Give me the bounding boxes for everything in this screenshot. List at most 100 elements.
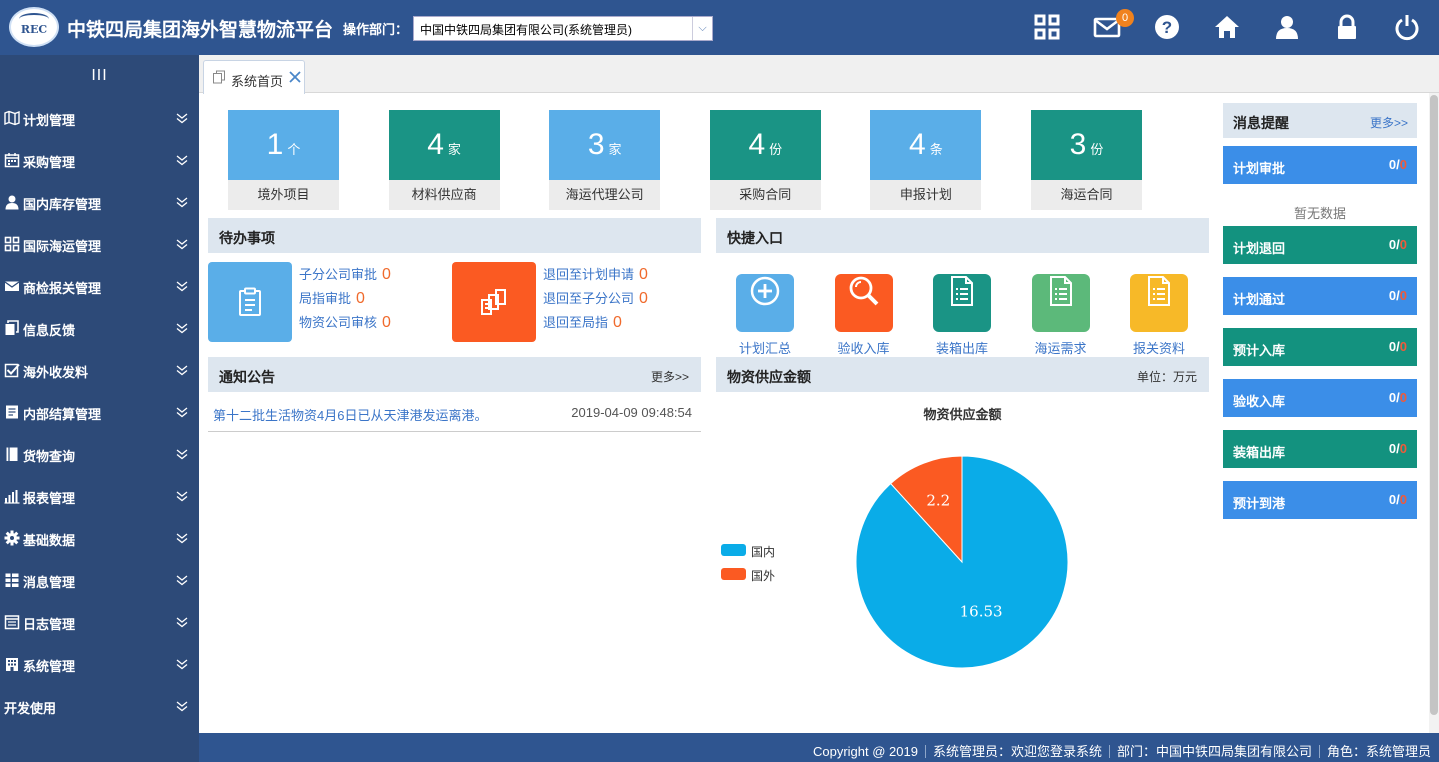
message-item[interactable]: 计划通过 0/0 xyxy=(1223,277,1417,315)
scrollbar-thumb[interactable] xyxy=(1430,95,1438,715)
list-icon xyxy=(4,572,21,588)
message-item[interactable]: 装箱出库 0/0 xyxy=(1223,430,1417,468)
sidebar-item-5[interactable]: 商检报关管理 xyxy=(0,265,199,307)
chevron-down-icon[interactable] xyxy=(175,237,189,251)
todo-item[interactable]: 退回至子分公司 0 xyxy=(543,288,648,308)
chevron-down-icon[interactable] xyxy=(175,153,189,167)
message-item[interactable]: 验收入库 0/0 xyxy=(1223,379,1417,417)
chevron-down-icon[interactable] xyxy=(175,573,189,587)
document-icon[interactable] xyxy=(1130,274,1188,332)
message-item[interactable]: 预计入库 0/0 xyxy=(1223,328,1417,366)
todo-item-label[interactable]: 局指审批 xyxy=(299,291,351,306)
chevron-down-icon[interactable] xyxy=(175,657,189,671)
quick-entry-label[interactable]: 海运需求 xyxy=(1021,338,1101,357)
quick-entry[interactable]: 装箱出库 xyxy=(922,262,1002,356)
stat-card[interactable]: 3 份海运合同 xyxy=(1031,110,1142,210)
chevron-down-icon[interactable] xyxy=(175,363,189,377)
todo-item-label[interactable]: 物资公司审核 xyxy=(299,315,377,330)
close-icon[interactable] xyxy=(288,70,302,84)
stat-card[interactable]: 1 个境外项目 xyxy=(228,110,339,210)
message-item[interactable]: 计划审批 0/0 xyxy=(1223,146,1417,184)
todo-item-label[interactable]: 退回至局指 xyxy=(543,315,608,330)
quick-entry-label[interactable]: 计划汇总 xyxy=(725,338,805,357)
scrollbar[interactable] xyxy=(1429,93,1439,733)
notice-title-link[interactable]: 第十二批生活物资4月6日已从天津港发运离港。 xyxy=(213,405,487,424)
power-icon[interactable] xyxy=(1390,11,1424,43)
lock-icon[interactable] xyxy=(1330,11,1364,43)
message-item[interactable]: 计划退回 0/0 xyxy=(1223,226,1417,264)
sidebar-item-11[interactable]: 基础数据 xyxy=(0,517,199,559)
sidebar-item-13[interactable]: 日志管理 xyxy=(0,601,199,643)
quick-entry[interactable]: 验收入库 xyxy=(824,262,904,356)
notice-row[interactable]: 第十二批生活物资4月6日已从天津港发运离港。 2019-04-09 09:48:… xyxy=(208,392,701,432)
stat-card[interactable]: 4 条申报计划 xyxy=(870,110,982,210)
chevron-down-icon[interactable] xyxy=(175,279,189,293)
sidebar-item-4[interactable]: 国际海运管理 xyxy=(0,223,199,265)
grid-icon[interactable] xyxy=(1030,11,1064,43)
todo-item[interactable]: 退回至计划申请 0 xyxy=(543,264,648,284)
stat-card[interactable]: 4 份采购合同 xyxy=(709,110,821,210)
message-empty-text: 暂无数据 xyxy=(1293,206,1346,221)
chevron-down-icon[interactable] xyxy=(175,195,189,209)
message-item[interactable]: 预计到港 0/0 xyxy=(1223,481,1417,519)
quick-entry[interactable]: 计划汇总 xyxy=(725,262,805,356)
sidebar-item-6[interactable]: 信息反馈 xyxy=(0,307,199,349)
tab-home[interactable]: 系统首页 xyxy=(203,60,305,94)
quick-entry-label[interactable]: 装箱出库 xyxy=(922,338,1002,357)
sidebar-item-label: 日志管理 xyxy=(23,617,76,632)
stat-unit: 家 xyxy=(608,142,622,157)
document-icon[interactable] xyxy=(933,274,991,332)
app-title: 中铁四局集团海外智慧物流平台 xyxy=(67,20,334,41)
todo-item[interactable]: 退回至局指 0 xyxy=(543,312,622,332)
magnifier-icon[interactable] xyxy=(834,274,893,332)
dept-select-value: 中国中铁四局集团有限公司(系统管理员) xyxy=(420,23,632,37)
user-icon[interactable] xyxy=(1270,11,1304,43)
message-total: 0/ xyxy=(1388,492,1400,507)
dept-select[interactable]: 中国中铁四局集团有限公司(系统管理员) ⌵ xyxy=(413,16,713,41)
sidebar-item-7[interactable]: 海外收发料 xyxy=(0,349,199,391)
sidebar-item-2[interactable]: 采购管理 xyxy=(0,139,199,181)
message-item-count: 0/0 xyxy=(1389,441,1407,456)
notice-more-link[interactable]: 更多>> xyxy=(651,368,689,385)
checkbox-icon xyxy=(4,362,21,378)
document-icon[interactable] xyxy=(1031,274,1090,332)
chevron-down-icon[interactable] xyxy=(175,531,189,545)
quick-entry-label[interactable]: 验收入库 xyxy=(824,338,904,357)
sidebar-item-label: 计划管理 xyxy=(23,113,76,128)
todo-item[interactable]: 物资公司审核 0 xyxy=(299,312,391,332)
sidebar-item-10[interactable]: 报表管理 xyxy=(0,475,199,517)
sidebar-item-9[interactable]: 货物查询 xyxy=(0,433,199,475)
sidebar-toggle[interactable]: III xyxy=(0,55,199,97)
chevron-down-icon[interactable] xyxy=(175,615,189,629)
chevron-down-icon[interactable] xyxy=(175,405,189,419)
todo-item-label[interactable]: 子分公司审批 xyxy=(299,267,377,282)
home-icon[interactable] xyxy=(1210,11,1244,43)
chevron-down-icon[interactable] xyxy=(175,489,189,503)
sidebar-item-15[interactable]: 开发使用 xyxy=(0,685,199,727)
chevron-down-icon[interactable] xyxy=(175,321,189,335)
chevron-down-icon[interactable] xyxy=(175,699,189,713)
chart-title: 物资供应金额 xyxy=(923,407,1002,422)
sidebar-item-3[interactable]: 国内库存管理 xyxy=(0,181,199,223)
quick-entry-label[interactable]: 报关资料 xyxy=(1119,338,1199,357)
todo-item[interactable]: 子分公司审批 0 xyxy=(299,264,391,284)
stat-card[interactable]: 4 家材料供应商 xyxy=(388,110,500,210)
sidebar-item-14[interactable]: 系统管理 xyxy=(0,643,199,685)
chevron-down-icon[interactable] xyxy=(175,111,189,125)
plus-circle-icon[interactable] xyxy=(736,274,794,332)
message-more-link[interactable]: 更多>> xyxy=(1370,114,1408,131)
sidebar-item-1[interactable]: 计划管理 xyxy=(0,97,199,139)
top-header: REC 中铁四局集团海外智慧物流平台 操作部门： 中国中铁四局集团有限公司(系统… xyxy=(0,0,1439,55)
todo-item[interactable]: 局指审批 0 xyxy=(299,288,365,308)
chevron-down-icon[interactable] xyxy=(175,447,189,461)
building-icon xyxy=(4,656,21,672)
todo-item-label[interactable]: 退回至子分公司 xyxy=(543,291,634,306)
sidebar-item-8[interactable]: 内部结算管理 xyxy=(0,391,199,433)
todo-item-label[interactable]: 退回至计划申请 xyxy=(543,267,634,282)
chevron-down-icon[interactable]: ⌵ xyxy=(692,17,712,40)
quick-entry[interactable]: 报关资料 xyxy=(1119,262,1199,356)
sidebar-item-12[interactable]: 消息管理 xyxy=(0,559,199,601)
help-icon[interactable]: ? xyxy=(1150,11,1184,43)
stat-card[interactable]: 3 家海运代理公司 xyxy=(549,110,661,210)
quick-entry[interactable]: 海运需求 xyxy=(1021,262,1101,356)
